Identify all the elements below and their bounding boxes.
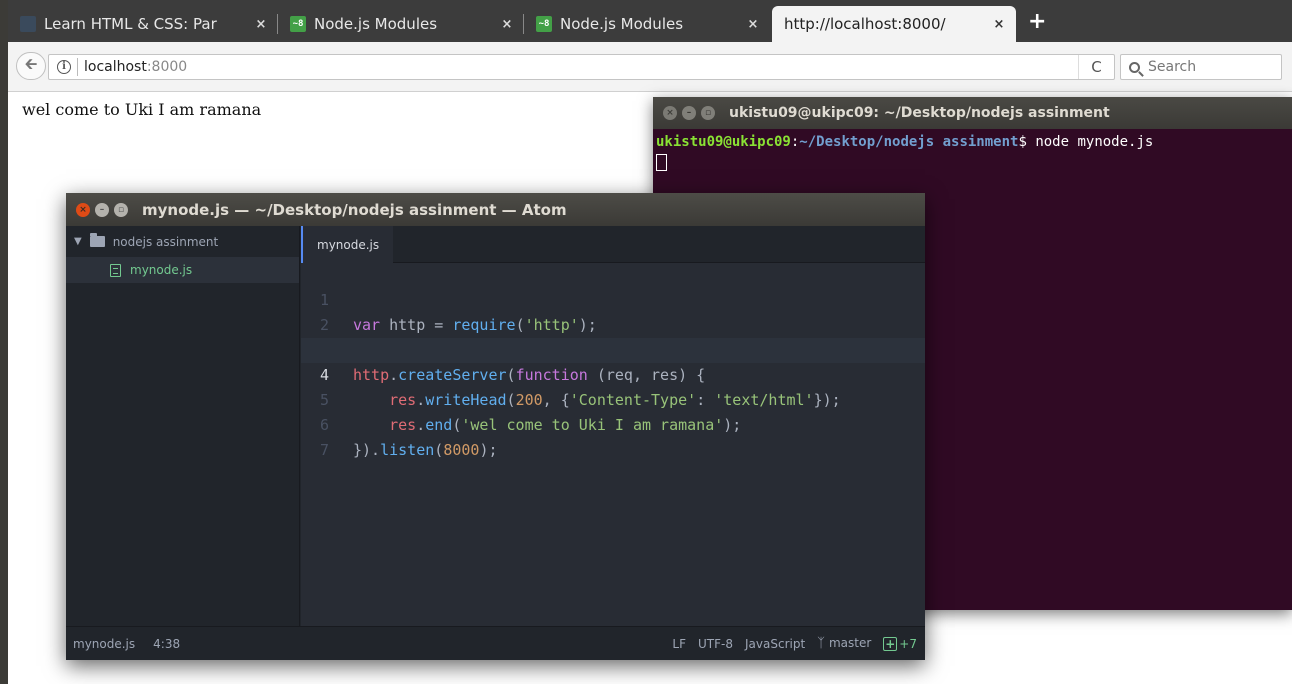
terminal-title: ukistu09@ukipc09: ~/Desktop/nodejs assin… <box>729 105 1110 121</box>
reload-icon: C <box>1091 58 1102 76</box>
status-branch-label: master <box>828 636 872 650</box>
url-host: localhost <box>84 59 147 75</box>
close-window-icon[interactable]: × <box>663 106 677 120</box>
status-git-branch[interactable]: ᛉ master <box>817 636 871 651</box>
status-grammar[interactable]: JavaScript <box>745 637 805 651</box>
terminal-output[interactable]: ukistu09@ukipc09:~/Desktop/nodejs assinm… <box>653 129 1292 175</box>
page-body-text: wel come to Uki I am ramana <box>22 100 262 119</box>
status-line-ending[interactable]: LF <box>672 637 686 651</box>
close-tab-icon[interactable]: × <box>498 17 516 32</box>
code-line[interactable]: 6 }).listen(8000); <box>301 388 925 459</box>
search-placeholder: Search <box>1148 59 1197 75</box>
nodejs-favicon-icon: ~8 <box>536 16 552 32</box>
status-encoding[interactable]: UTF-8 <box>698 637 733 651</box>
status-git-count: +7 <box>899 636 917 651</box>
file-text-icon <box>110 263 121 277</box>
back-arrow-icon: 🡰 <box>24 53 38 73</box>
status-bar: mynode.js 4:38 LF UTF-8 JavaScript ᛉ mast… <box>66 626 925 660</box>
atom-title-bar[interactable]: × – ▫ mynode.js — ~/Desktop/nodejs assin… <box>66 193 925 226</box>
code-line[interactable]: 5 res.end('wel come to Uki I am ramana')… <box>301 363 925 434</box>
diff-added-icon: + <box>883 636 898 651</box>
folder-icon <box>89 233 105 247</box>
git-branch-icon: ᛉ <box>817 636 825 651</box>
code-line[interactable]: 1 var http = require('http'); <box>301 263 925 334</box>
browser-tab-localhost[interactable]: http://localhost:8000/ × <box>772 6 1016 42</box>
tree-file-label: mynode.js <box>130 263 193 277</box>
tab-title: Node.js Modules <box>560 15 684 33</box>
browser-tab-node-modules-1[interactable]: ~8 Node.js Modules × <box>278 6 524 42</box>
prompt-symbol: $ <box>1018 134 1036 150</box>
status-git-changes[interactable]: + +7 <box>883 636 917 651</box>
back-button[interactable]: 🡰 <box>16 52 46 80</box>
info-icon[interactable]: i <box>57 60 71 74</box>
tree-file-mynode[interactable]: mynode.js <box>66 257 299 283</box>
search-icon <box>1129 61 1140 73</box>
code-line-current[interactable]: 4 res.writeHead(200, {'Content-Type': 't… <box>301 338 925 409</box>
nodejs-favicon-icon: ~8 <box>290 16 306 32</box>
reload-button[interactable]: C <box>1078 55 1114 79</box>
prompt-path: ~/Desktop/nodejs assinment <box>799 134 1019 150</box>
terminal-cursor <box>656 153 667 171</box>
maximize-window-icon[interactable]: ▫ <box>701 106 715 120</box>
code-line[interactable]: 7 <box>301 413 925 459</box>
close-window-icon[interactable]: × <box>76 202 90 217</box>
code-editor[interactable]: 1 var http = require('http'); 2 3 http.c… <box>301 263 925 626</box>
close-tab-icon[interactable]: × <box>744 17 762 32</box>
tree-folder-label: nodejs assinment <box>112 234 219 249</box>
browser-tab-bar: Learn HTML & CSS: Par × ~8 Node.js Modul… <box>8 0 1292 42</box>
code-text: }).listen(8000); <box>353 441 498 459</box>
terminal-title-bar[interactable]: × – ▫ ukistu09@ukipc09: ~/Desktop/nodejs… <box>653 97 1292 129</box>
maximize-window-icon[interactable]: ▫ <box>114 202 128 217</box>
terminal-command: node mynode.js <box>1035 134 1154 150</box>
close-tab-icon[interactable]: × <box>990 17 1008 32</box>
tab-title: http://localhost:8000/ <box>784 15 946 33</box>
search-input[interactable]: Search <box>1120 54 1282 80</box>
minimize-window-icon[interactable]: – <box>682 106 696 120</box>
tab-title: Learn HTML & CSS: Par <box>44 15 217 33</box>
status-file-name[interactable]: mynode.js <box>73 637 135 651</box>
prompt-user: ukistu09@ukipc09 <box>656 134 791 150</box>
minimize-window-icon[interactable]: – <box>95 202 109 217</box>
url-divider <box>77 58 78 76</box>
tree-folder-nodejs-assinment[interactable]: ▼ nodejs assinment <box>66 226 299 257</box>
editor-tab-mynode[interactable]: mynode.js <box>301 226 393 263</box>
code-line[interactable]: 2 <box>301 288 925 334</box>
page-icon <box>20 16 36 32</box>
browser-tab-learn-html[interactable]: Learn HTML & CSS: Par × <box>8 6 278 42</box>
url-bar[interactable]: i localhost:8000 C <box>48 54 1115 80</box>
url-port: :8000 <box>146 59 188 75</box>
status-cursor-position[interactable]: 4:38 <box>153 637 180 651</box>
new-tab-button[interactable]: + <box>1028 10 1046 34</box>
tab-title: Node.js Modules <box>314 15 438 33</box>
browser-tab-node-modules-2[interactable]: ~8 Node.js Modules × <box>524 6 770 42</box>
browser-nav-bar: 🡰 i localhost:8000 C Search <box>8 42 1292 92</box>
line-number: 7 <box>319 441 329 459</box>
atom-editor-window[interactable]: × – ▫ mynode.js — ~/Desktop/nodejs assin… <box>66 193 925 660</box>
atom-title: mynode.js — ~/Desktop/nodejs assinment —… <box>142 200 567 219</box>
editor-tab-bar: mynode.js <box>301 226 925 263</box>
tree-view: ▼ nodejs assinment mynode.js <box>66 226 300 626</box>
close-tab-icon[interactable]: × <box>252 17 270 32</box>
editor-tab-label: mynode.js <box>317 237 380 252</box>
chevron-down-icon[interactable]: ▼ <box>74 236 82 247</box>
code-line[interactable]: 3 http.createServer(function (req, res) … <box>301 313 925 384</box>
